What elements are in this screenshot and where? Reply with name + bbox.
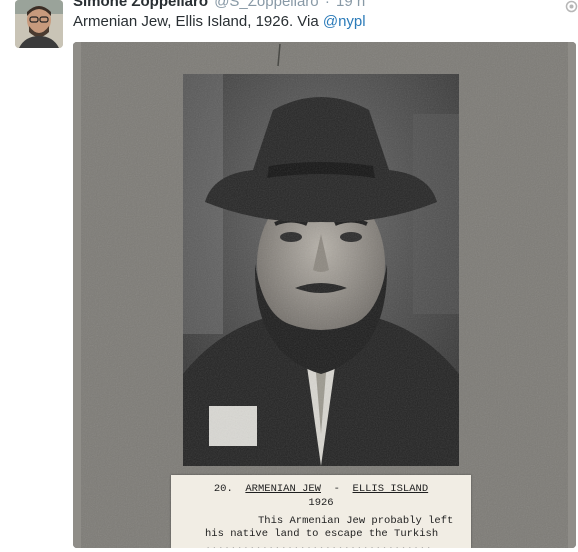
archival-portrait-photo [183, 74, 459, 466]
avatar[interactable] [15, 0, 63, 48]
display-name[interactable]: Simone Zoppellaro [73, 0, 208, 10]
tweet-media[interactable]: 20. ARMENIAN JEW - ELLIS ISLAND 1926 Thi… [73, 42, 576, 548]
tweet-text: Armenian Jew, Ellis Island, 1926. Via @n… [73, 13, 366, 30]
separator-dot: · [324, 0, 330, 10]
caption-heading: 20. ARMENIAN JEW - ELLIS ISLAND [171, 483, 471, 495]
tweet: Simone Zoppellaro @S_Zoppellaro · 19 h A… [0, 0, 578, 552]
caption-line-2: his native land to escape the Turkish [205, 528, 439, 540]
caption-card: 20. ARMENIAN JEW - ELLIS ISLAND 1926 Thi… [171, 475, 471, 548]
username[interactable]: @S_Zoppellaro [214, 0, 318, 10]
caption-line-3: .................................... [205, 541, 432, 548]
avatar-image [15, 0, 63, 48]
circle-icon[interactable] [565, 0, 578, 13]
caption-subject: ARMENIAN JEW [245, 483, 321, 495]
caption-year: 1926 [308, 497, 334, 509]
timestamp[interactable]: 19 h [336, 0, 365, 10]
caption-place: ELLIS ISLAND [352, 483, 429, 495]
tweet-header: Simone Zoppellaro @S_Zoppellaro · 19 h [73, 0, 365, 10]
caption-line-1: This Armenian Jew probably left [258, 515, 454, 527]
portrait-image [183, 74, 459, 466]
caption-number: 20. [213, 483, 233, 495]
tweet-text-body: Armenian Jew, Ellis Island, 1926. Via [73, 13, 323, 30]
caption-dash: - [333, 483, 340, 495]
mention-link[interactable]: @nypl [323, 13, 366, 30]
